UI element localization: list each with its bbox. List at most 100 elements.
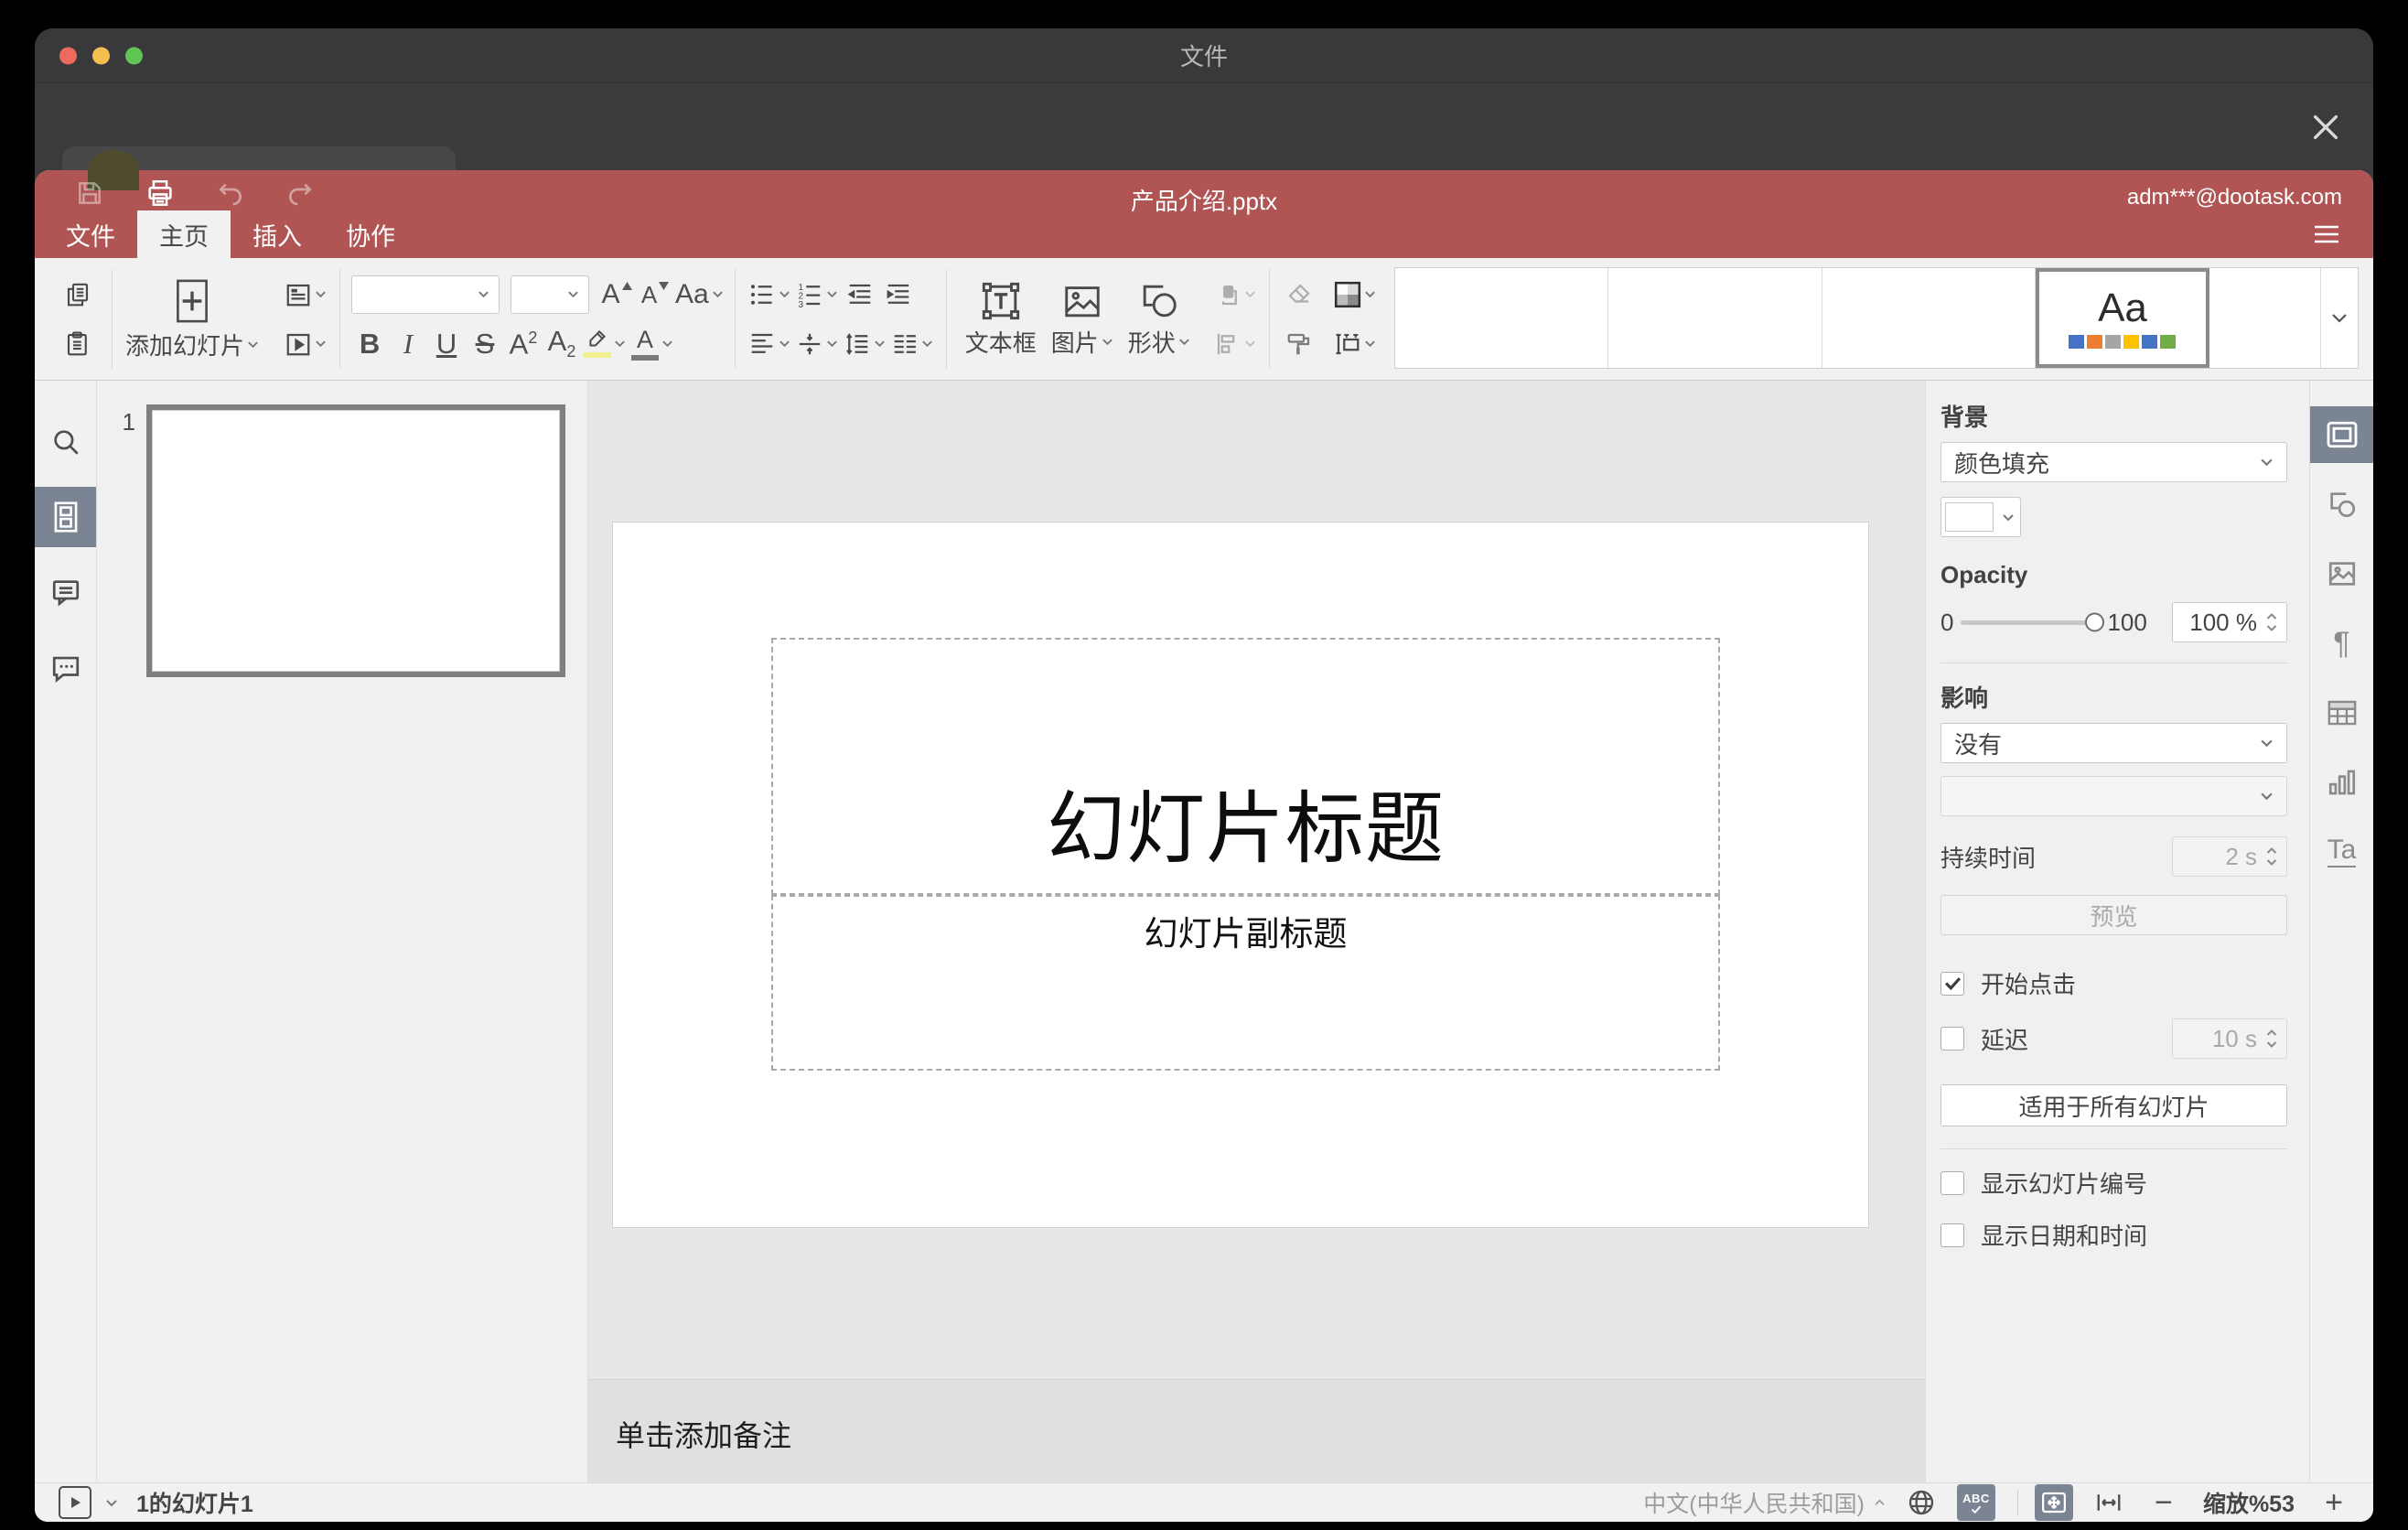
tab-collaboration[interactable]: 协作 <box>324 210 417 258</box>
theme-option[interactable] <box>1395 268 1609 368</box>
slide-thumbnail[interactable] <box>146 404 565 677</box>
minimize-traffic-light[interactable] <box>92 47 110 64</box>
theme-option[interactable] <box>1822 268 2036 368</box>
background-fill-select[interactable]: 颜色填充 <box>1940 442 2287 482</box>
chevron-down-icon[interactable] <box>105 1499 118 1507</box>
search-button[interactable] <box>35 412 96 472</box>
underline-button[interactable]: U <box>428 323 465 365</box>
insert-textbox-button[interactable]: 文本框 <box>958 280 1044 359</box>
chart-settings-tab[interactable] <box>2310 754 2373 811</box>
undo-button[interactable] <box>216 178 245 208</box>
opacity-slider-knob[interactable] <box>2085 612 2105 632</box>
slide-size-icon <box>1334 330 1361 358</box>
fit-to-slide-button[interactable] <box>2034 1484 2073 1521</box>
line-spacing-button[interactable] <box>842 323 887 365</box>
paragraph-settings-tab[interactable]: ¶ <box>2310 615 2373 672</box>
start-on-click-checkbox-checked[interactable] <box>1940 971 1964 996</box>
highlight-color-button[interactable] <box>582 323 628 365</box>
notes-area[interactable]: 单击添加备注 <box>588 1379 1925 1482</box>
comments-button[interactable] <box>35 562 96 622</box>
show-date-time-checkbox[interactable] <box>1940 1223 1964 1247</box>
theme-option[interactable] <box>1608 268 1822 368</box>
background-color-picker[interactable] <box>1940 497 2021 537</box>
increase-indent-button[interactable] <box>880 274 917 316</box>
print-button[interactable] <box>145 178 176 209</box>
add-slide-button[interactable]: 添加幻灯片 <box>118 277 266 361</box>
effect-select[interactable]: 没有 <box>1940 723 2287 763</box>
image-settings-tab[interactable] <box>2310 545 2373 602</box>
redo-button[interactable] <box>285 178 315 208</box>
slide-settings-icon <box>2326 420 2359 449</box>
chat-button[interactable] <box>35 637 96 697</box>
change-layout-button[interactable] <box>283 274 328 316</box>
font-color-button[interactable]: A <box>629 323 675 365</box>
theme-option-selected[interactable]: Aa <box>2035 268 2209 368</box>
document-language-button[interactable] <box>1902 1484 1940 1521</box>
font-name-select[interactable] <box>351 275 500 314</box>
decrease-indent-button[interactable] <box>842 274 878 316</box>
decrease-font-button[interactable]: A <box>637 274 673 316</box>
start-slideshow-button[interactable] <box>283 323 328 365</box>
tab-home[interactable]: 主页 <box>137 210 231 258</box>
strikethrough-button[interactable]: S <box>467 323 503 365</box>
subscript-button[interactable]: A2 <box>543 323 580 365</box>
close-dialog-button[interactable] <box>2304 105 2348 149</box>
arrange-button[interactable] <box>1212 274 1258 316</box>
theme-option[interactable] <box>2209 268 2321 368</box>
close-traffic-light[interactable] <box>59 47 77 64</box>
text-art-settings-tab[interactable]: Ta <box>2310 824 2373 880</box>
fit-to-width-button[interactable] <box>2090 1484 2128 1521</box>
zoom-out-button[interactable]: − <box>2148 1487 2179 1518</box>
table-settings-tab[interactable] <box>2310 684 2373 741</box>
spinner-arrows-icon[interactable] <box>2264 609 2279 636</box>
copy-style-button[interactable] <box>1281 323 1317 365</box>
title-placeholder[interactable]: 幻灯片标题 <box>771 638 1720 895</box>
zoom-traffic-light[interactable] <box>125 47 143 64</box>
line-spacing-icon <box>844 330 871 358</box>
numbering-button[interactable]: 123 <box>794 274 840 316</box>
vertical-align-button[interactable] <box>794 323 840 365</box>
subtitle-placeholder[interactable]: 幻灯片副标题 <box>771 895 1720 1071</box>
delay-checkbox[interactable] <box>1940 1027 1964 1051</box>
italic-button[interactable]: I <box>390 323 426 365</box>
delay-label: 延迟 <box>1981 1026 2029 1054</box>
main-area: 1 幻灯片标题 幻灯片副标题 单击添加备注 背景 颜色填充 Opacity 0 … <box>35 381 2373 1482</box>
columns-button[interactable] <box>889 323 935 365</box>
slide-size-button[interactable] <box>1332 323 1378 365</box>
superscript-button[interactable]: A2 <box>505 323 542 365</box>
language-selector[interactable]: 中文(中华人民共和国) <box>1643 1486 1886 1519</box>
check-icon <box>1944 976 1962 990</box>
tab-file[interactable]: 文件 <box>44 210 137 258</box>
insert-shape-button[interactable]: 形状 <box>1121 280 1198 359</box>
search-icon <box>50 426 81 458</box>
increase-font-button[interactable]: A <box>598 274 635 316</box>
chevron-down-icon <box>2002 513 2015 522</box>
bullets-button[interactable] <box>747 274 792 316</box>
insert-image-button[interactable]: 图片 <box>1044 280 1121 359</box>
paste-button[interactable] <box>55 323 101 365</box>
bold-button[interactable]: B <box>351 323 388 365</box>
opacity-input[interactable]: 100 % <box>2172 602 2287 642</box>
slide-settings-tab[interactable] <box>2310 406 2373 463</box>
shape-settings-tab[interactable] <box>2310 476 2373 533</box>
horizontal-align-button[interactable] <box>747 323 792 365</box>
status-bar: 1的幻灯片1 中文(中华人民共和国) ABC − 缩放%53 + <box>35 1482 2373 1522</box>
theme-gallery-expand-button[interactable] <box>2321 268 2358 368</box>
slide-canvas[interactable]: 幻灯片标题 幻灯片副标题 <box>612 522 1869 1228</box>
zoom-in-button[interactable]: + <box>2318 1487 2349 1518</box>
save-button[interactable] <box>75 178 104 208</box>
align-objects-button[interactable] <box>1212 323 1258 365</box>
copy-button[interactable] <box>55 274 101 316</box>
change-case-button[interactable]: Aa <box>675 274 724 316</box>
start-preview-button[interactable] <box>59 1486 91 1519</box>
tab-insert[interactable]: 插入 <box>231 210 324 258</box>
spellcheck-button[interactable]: ABC <box>1956 1484 1995 1521</box>
slides-panel-button[interactable] <box>35 487 96 547</box>
opacity-slider[interactable] <box>1961 612 2105 632</box>
view-settings-button[interactable] <box>2313 223 2340 245</box>
clear-style-button[interactable] <box>1281 274 1317 316</box>
slide-background-button[interactable] <box>1332 274 1378 316</box>
show-slide-number-checkbox[interactable] <box>1940 1170 1964 1195</box>
font-size-select[interactable] <box>511 275 590 314</box>
apply-to-all-slides-button[interactable]: 适用于所有幻灯片 <box>1940 1084 2287 1126</box>
